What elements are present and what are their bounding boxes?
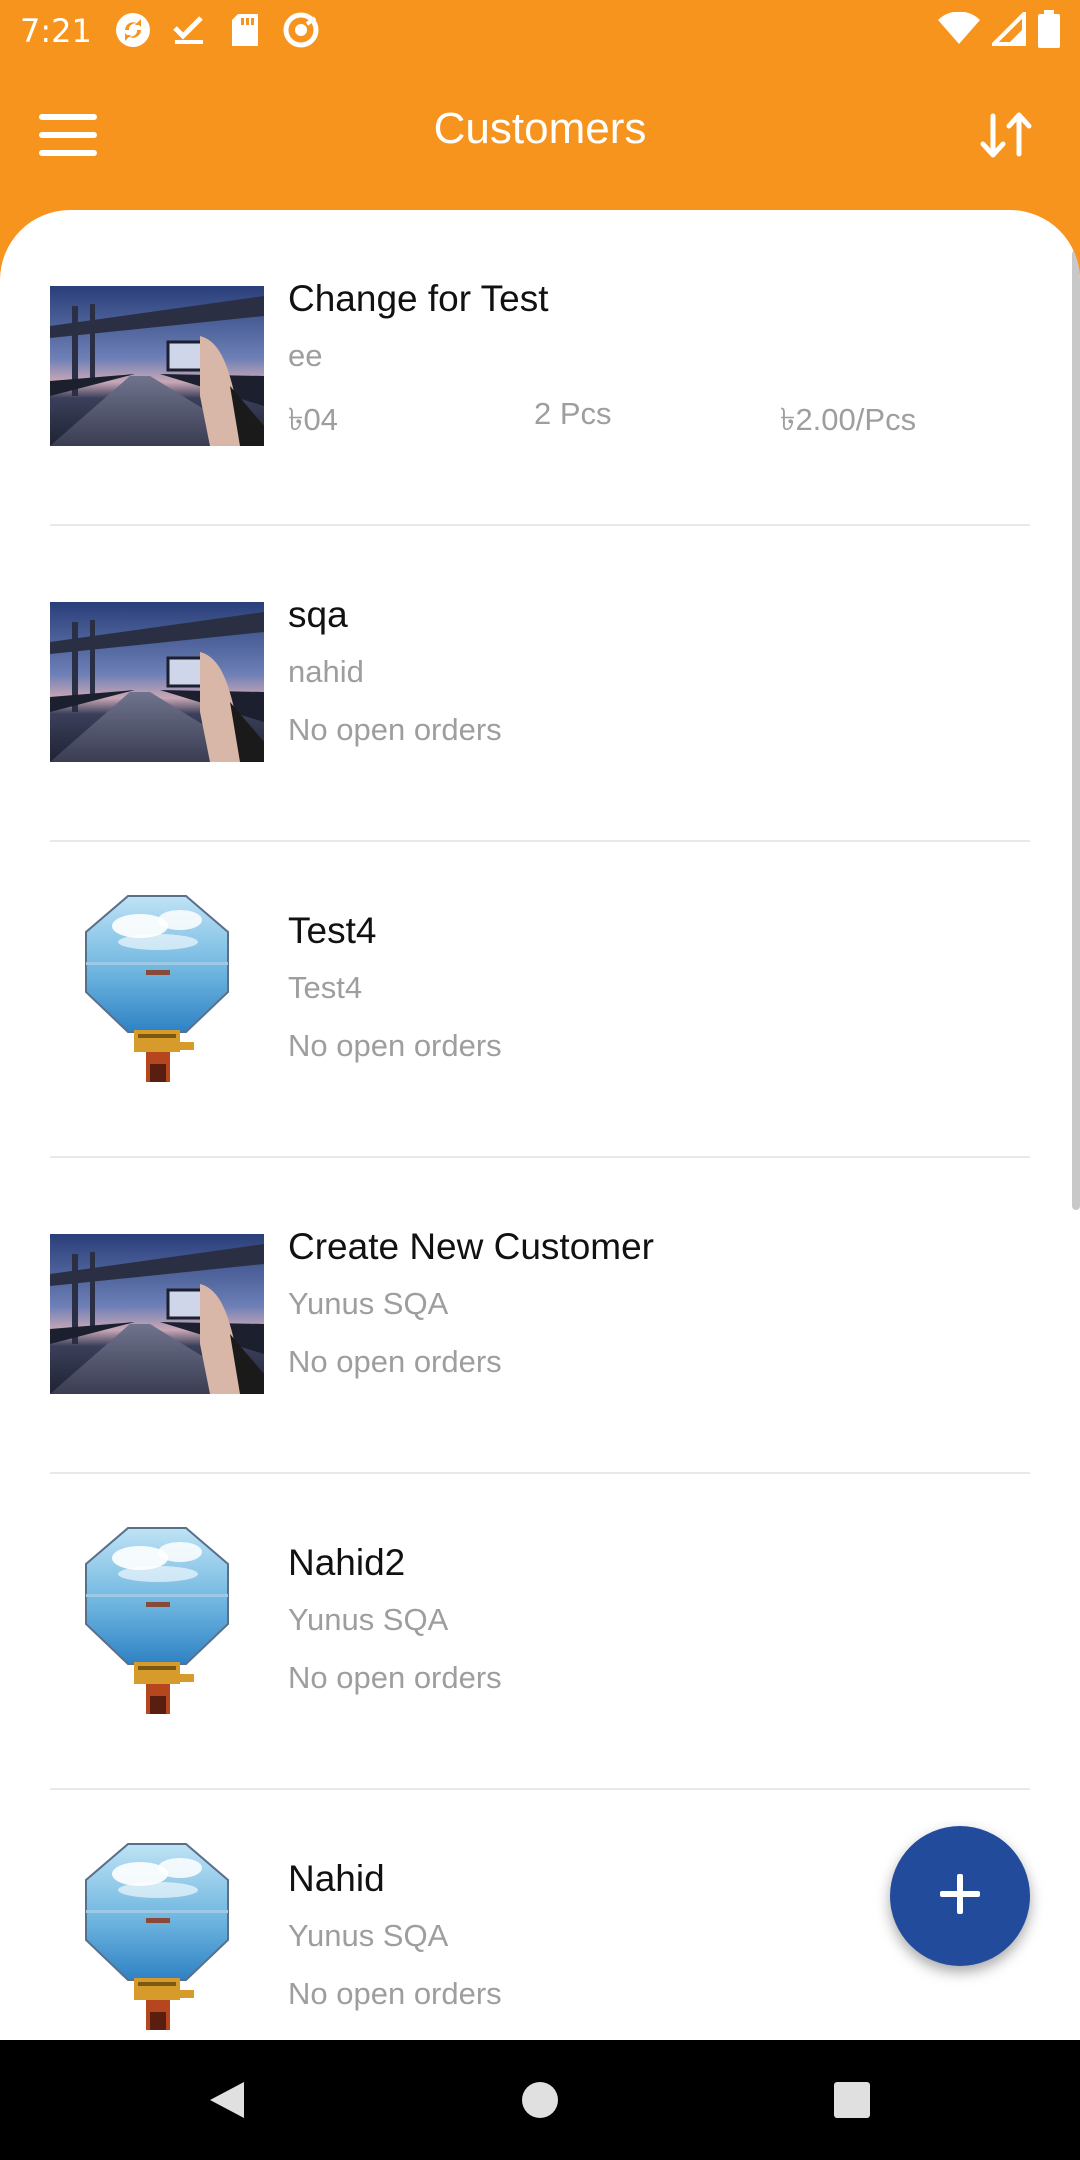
sync-icon	[112, 12, 154, 48]
page-title: Customers	[433, 104, 647, 153]
customer-name: sqa	[288, 594, 348, 635]
customer-list[interactable]: Change for Test ee ৳04 2 Pcs ৳2.00/Pcs s…	[0, 210, 1080, 2040]
status-bar: 7:21	[0, 0, 1080, 60]
customer-item[interactable]: sqa nahid No open orders	[50, 526, 1030, 842]
add-customer-button[interactable]	[890, 1826, 1030, 1966]
customer-image	[50, 1234, 264, 1394]
customer-contact: Yunus SQA	[288, 1602, 449, 1637]
customer-image	[50, 602, 264, 762]
customer-item[interactable]: Nahid Yunus SQA No open orders	[50, 1790, 1030, 2040]
sort-arrows-icon[interactable]	[964, 98, 1048, 172]
cellular-signal-icon	[989, 9, 1026, 51]
customer-name: Change for Test	[288, 278, 549, 319]
customer-contact: Yunus SQA	[288, 1286, 449, 1321]
order-status: No open orders	[288, 712, 502, 747]
checkmark-icon	[168, 12, 210, 48]
order-amount: ৳04	[288, 402, 338, 437]
scrollbar[interactable]	[1072, 250, 1080, 1210]
wifi-icon	[938, 11, 980, 51]
recents-icon[interactable]	[822, 2070, 882, 2130]
customer-item[interactable]: Change for Test ee ৳04 2 Pcs ৳2.00/Pcs	[50, 210, 1030, 526]
order-quantity: 2 Pcs	[534, 396, 612, 431]
customer-name: Nahid2	[288, 1542, 406, 1583]
sd-card-icon	[224, 12, 266, 48]
customer-name: Test4	[288, 910, 377, 951]
notification-icons	[112, 12, 322, 48]
home-icon[interactable]	[510, 2070, 570, 2130]
customer-name: Nahid	[288, 1858, 385, 1899]
customer-contact: nahid	[288, 654, 364, 689]
customer-contact: ee	[288, 338, 323, 373]
at-sign-icon	[280, 12, 322, 48]
customer-item[interactable]: Test4 Test4 No open orders	[50, 842, 1030, 1158]
plus-icon	[938, 1872, 982, 1921]
battery-icon	[1038, 10, 1060, 53]
unit-price: ৳2.00/Pcs	[780, 402, 917, 437]
order-status: No open orders	[288, 1660, 502, 1695]
customer-contact: Yunus SQA	[288, 1918, 449, 1953]
order-status: No open orders	[288, 1028, 502, 1063]
system-status-icons	[938, 9, 1060, 53]
customer-image	[50, 1840, 264, 2030]
back-icon[interactable]	[196, 2070, 256, 2130]
customer-item[interactable]: Create New Customer Yunus SQA No open or…	[50, 1158, 1030, 1474]
customer-name: Create New Customer	[288, 1226, 655, 1267]
app-bar: Customers	[0, 60, 1080, 210]
status-time: 7:21	[20, 12, 92, 50]
customer-item[interactable]: Nahid2 Yunus SQA No open orders	[50, 1474, 1030, 1790]
customer-image	[50, 1524, 264, 1714]
customer-image	[50, 892, 264, 1082]
system-nav-bar	[0, 2040, 1080, 2160]
order-status: No open orders	[288, 1976, 502, 2011]
customer-contact: Test4	[288, 970, 363, 1005]
customer-image	[50, 286, 264, 446]
order-status: No open orders	[288, 1344, 502, 1379]
